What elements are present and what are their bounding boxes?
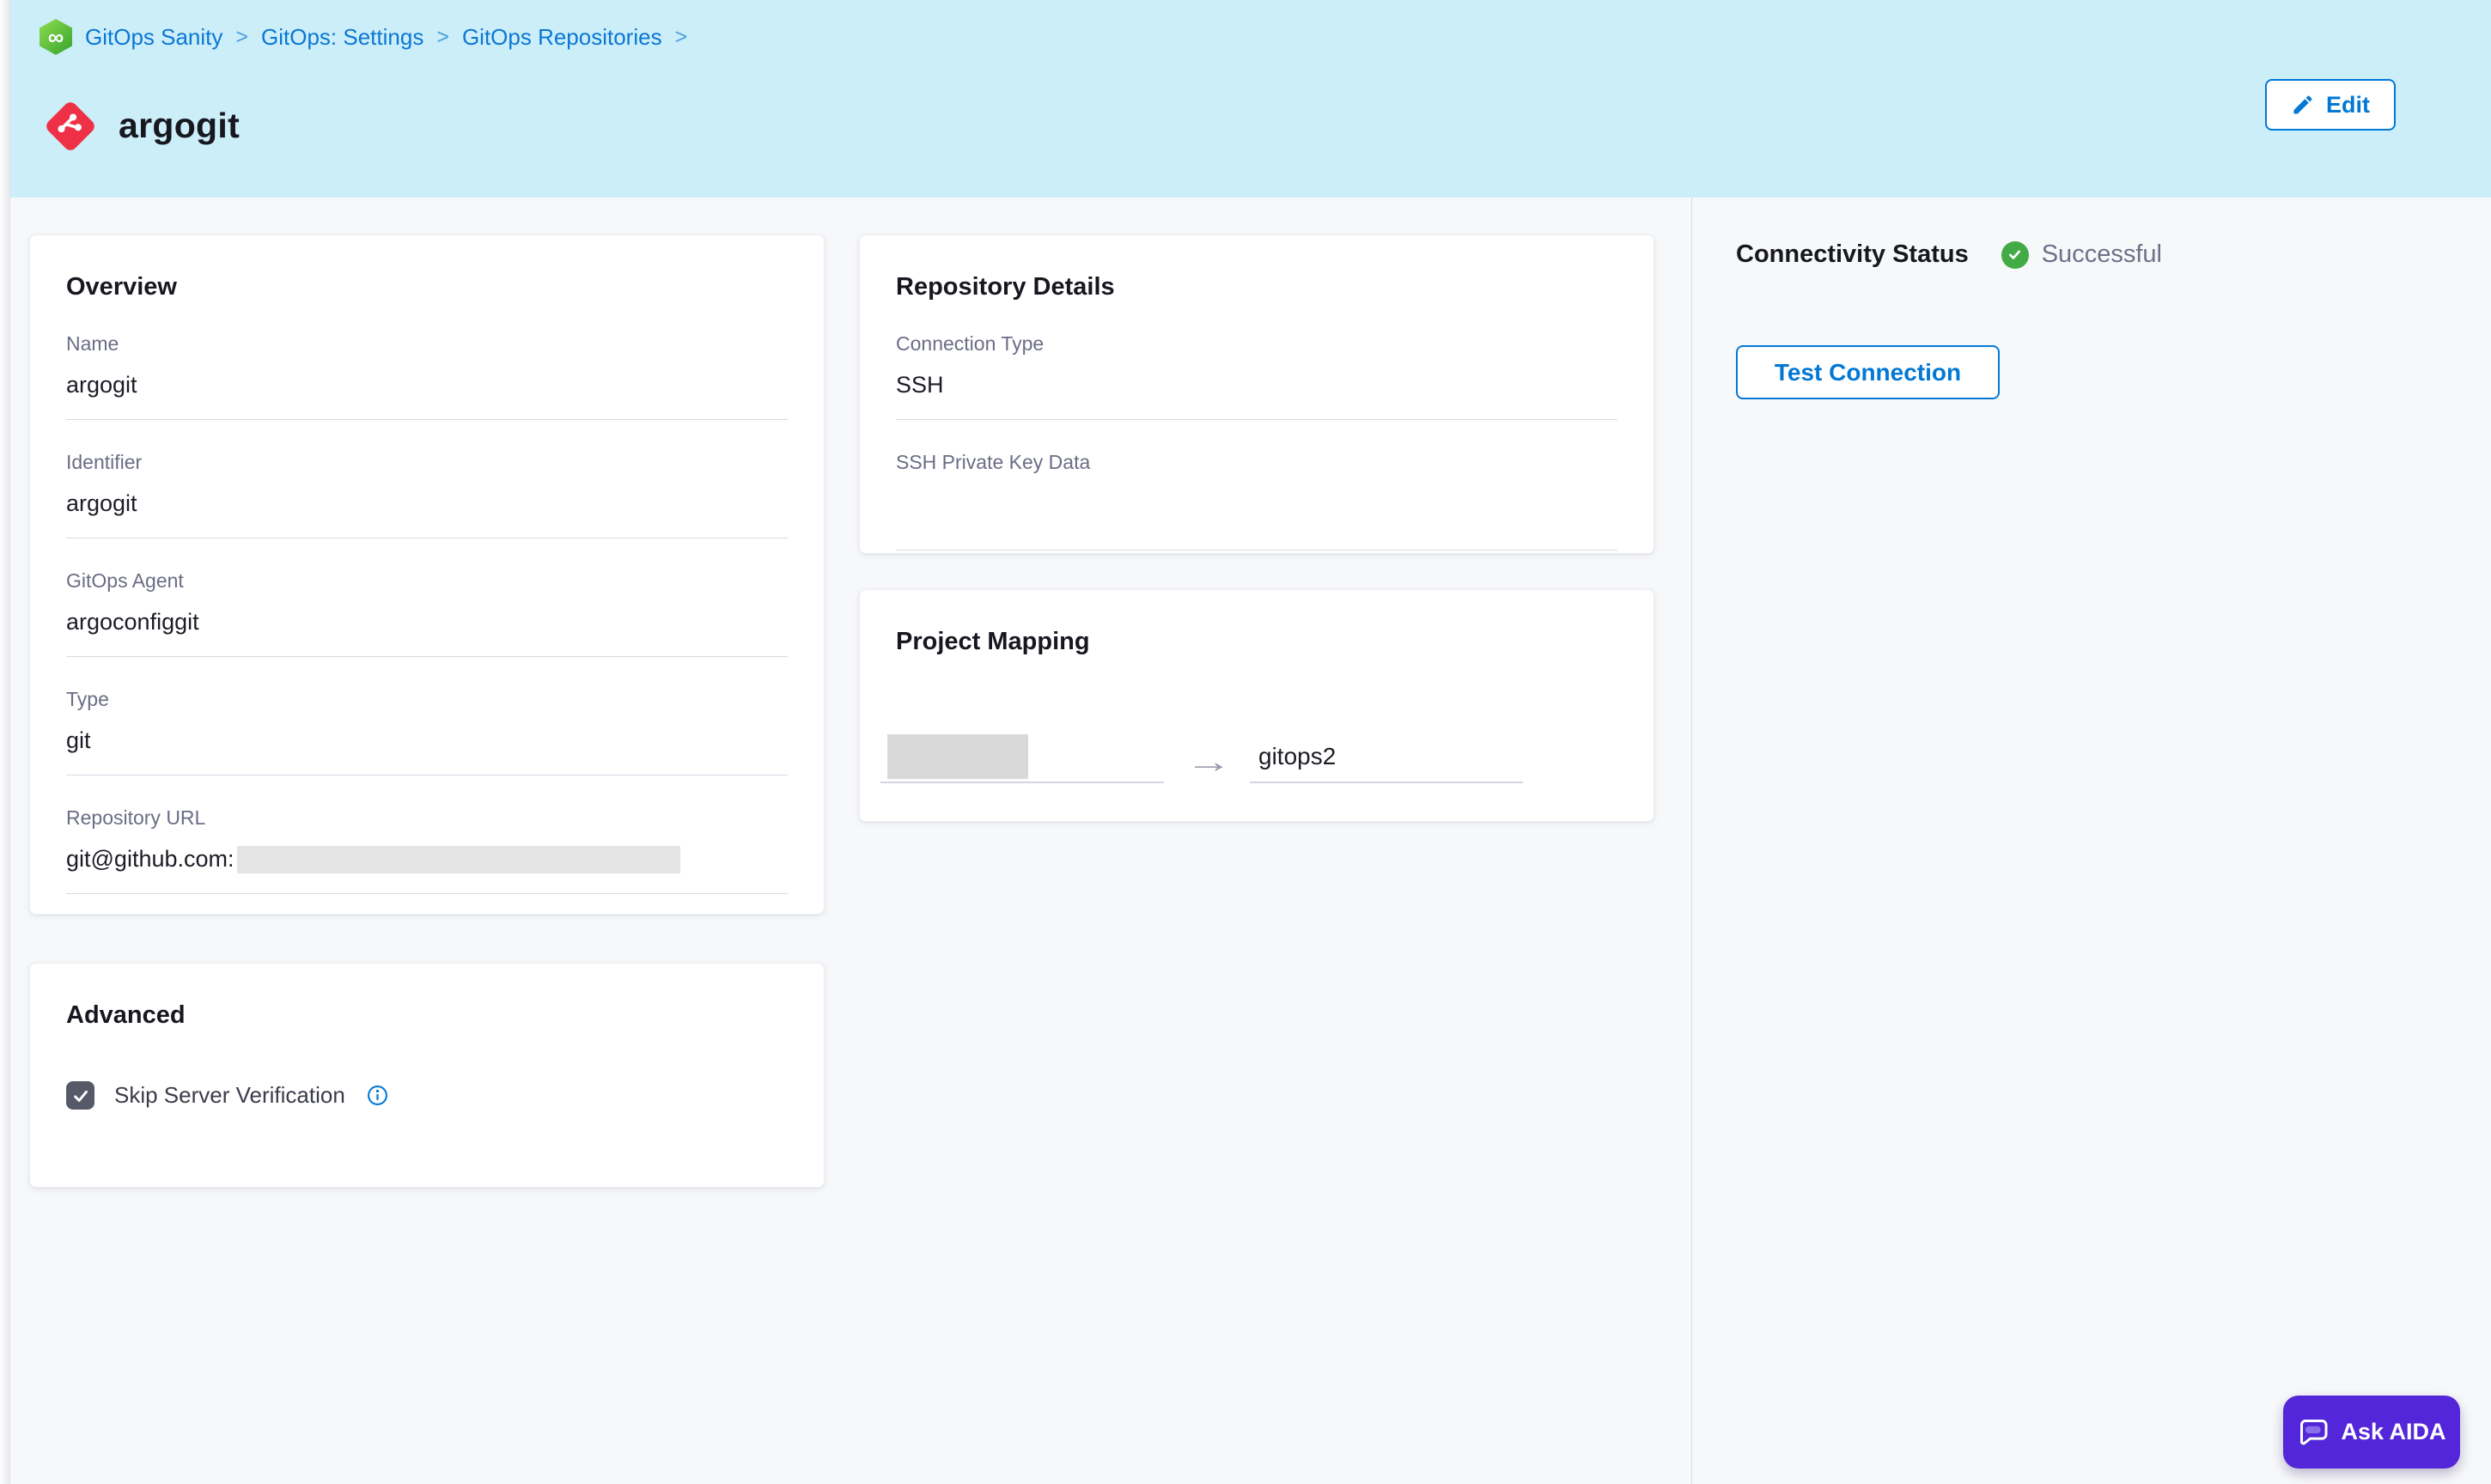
- project-mapping-row: → gitops2: [880, 734, 1523, 783]
- field-value: argoconfiggit: [66, 609, 199, 635]
- edit-button-label: Edit: [2326, 91, 2370, 118]
- field-type: Type git: [66, 688, 788, 775]
- page-edge-strip: [0, 0, 10, 1484]
- success-check-icon: [2001, 240, 2029, 269]
- advanced-card: Advanced Skip Server Verification: [29, 963, 825, 1188]
- field-label: Identifier: [66, 451, 143, 473]
- breadcrumb-item-gitops-settings[interactable]: GitOps: Settings: [261, 24, 423, 51]
- field-value: argogit: [66, 490, 137, 516]
- field-identifier: Identifier argogit: [66, 451, 788, 538]
- ask-aida-label: Ask AIDA: [2341, 1419, 2446, 1444]
- field-value: git: [66, 727, 91, 753]
- field-label: Type: [66, 688, 109, 710]
- field-connection-type: Connection Type SSH: [896, 332, 1617, 420]
- field-value-empty: [896, 490, 1617, 550]
- field-repository-url: Repository URL git@github.com:: [66, 806, 788, 894]
- field-divider: [66, 656, 788, 657]
- field-label: Repository URL: [66, 806, 206, 829]
- breadcrumb-separator: >: [235, 24, 249, 49]
- title-row: argogit: [43, 82, 241, 170]
- breadcrumb-item-gitops-repositories[interactable]: GitOps Repositories: [462, 24, 662, 51]
- skip-server-verification-checkbox[interactable]: [66, 1081, 94, 1110]
- mapping-arrow-icon: →: [1185, 744, 1232, 779]
- field-ssh-private-key-data: SSH Private Key Data: [896, 451, 1617, 550]
- connectivity-panel: Connectivity Status Successful Test Conn…: [1691, 198, 2491, 1484]
- mapping-source-field: [880, 734, 1164, 783]
- field-value: SSH: [896, 372, 944, 398]
- connectivity-status-text: Successful: [2041, 240, 2162, 268]
- breadcrumb: ∞ GitOps Sanity > GitOps: Settings > Git…: [40, 19, 687, 55]
- connectivity-status-badge: Successful: [2001, 240, 2162, 269]
- field-name: Name argogit: [66, 332, 788, 420]
- page-header: ∞ GitOps Sanity > GitOps: Settings > Git…: [0, 0, 2491, 198]
- breadcrumb-separator: >: [674, 24, 688, 49]
- connectivity-status-title: Connectivity Status: [1736, 240, 1969, 268]
- field-label: Connection Type: [896, 332, 1045, 355]
- repository-url-text: git@github.com:: [66, 846, 234, 872]
- advanced-card-title: Advanced: [66, 1001, 186, 1029]
- test-connection-button[interactable]: Test Connection: [1736, 345, 2000, 399]
- breadcrumb-item-gitops-sanity[interactable]: GitOps Sanity: [85, 24, 222, 51]
- overview-card-title: Overview: [66, 273, 177, 301]
- pencil-icon: [2293, 95, 2312, 114]
- ask-aida-button[interactable]: Ask AIDA: [2283, 1396, 2460, 1469]
- field-value: git@github.com:: [66, 845, 788, 873]
- info-icon[interactable]: [367, 1085, 388, 1106]
- chat-bubble-icon: [2300, 1419, 2329, 1444]
- connectivity-status-row: Connectivity Status Successful: [1736, 240, 2162, 269]
- overview-card: Overview Name argogit Identifier argogit…: [29, 234, 825, 915]
- page-title: argogit: [119, 106, 241, 146]
- field-label: Name: [66, 332, 119, 355]
- mapping-target-field: gitops2: [1250, 743, 1523, 783]
- gitops-repository-detail-page: ∞ GitOps Sanity > GitOps: Settings > Git…: [0, 0, 2491, 1484]
- gitops-module-icon: ∞: [40, 19, 72, 55]
- redacted-repository-url: [236, 845, 680, 873]
- field-value: argogit: [66, 372, 137, 398]
- field-divider: [896, 419, 1617, 420]
- edit-button[interactable]: Edit: [2265, 79, 2396, 131]
- repository-details-card: Repository Details Connection Type SSH S…: [859, 234, 1654, 554]
- field-divider: [66, 419, 788, 420]
- check-icon: [73, 1090, 88, 1102]
- field-divider: [66, 893, 788, 894]
- git-repository-icon: [43, 99, 98, 154]
- field-label: SSH Private Key Data: [896, 451, 1091, 473]
- field-label: GitOps Agent: [66, 569, 184, 592]
- repository-details-card-title: Repository Details: [896, 273, 1115, 301]
- redacted-mapping-source: [887, 734, 1028, 779]
- field-gitops-agent: GitOps Agent argoconfiggit: [66, 569, 788, 657]
- project-mapping-card: Project Mapping → gitops2: [859, 589, 1654, 822]
- breadcrumb-separator: >: [436, 24, 449, 49]
- project-mapping-card-title: Project Mapping: [896, 628, 1090, 655]
- skip-server-verification-label: Skip Server Verification: [114, 1082, 345, 1108]
- skip-server-verification-row: Skip Server Verification: [66, 1081, 788, 1110]
